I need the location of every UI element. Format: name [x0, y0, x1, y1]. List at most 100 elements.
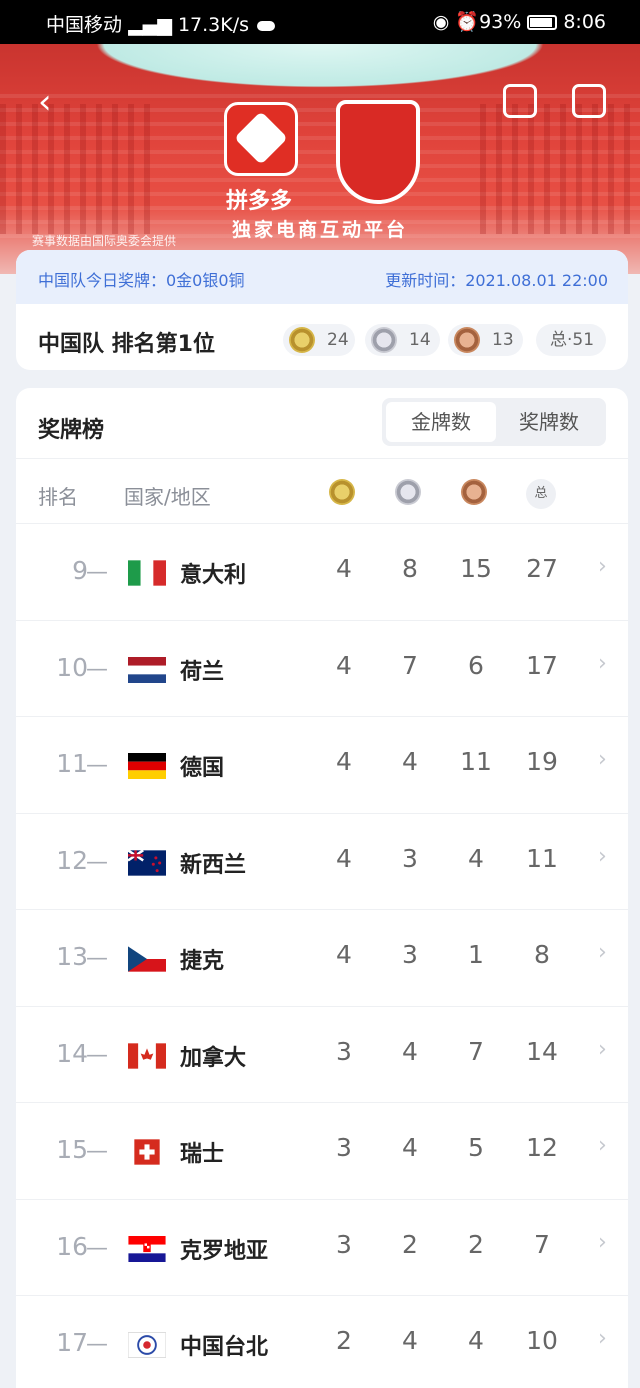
gold-value: 3 — [336, 1036, 352, 1066]
gold-value: 4 — [336, 747, 352, 776]
gold-value: 4 — [336, 940, 352, 969]
silver-value: 2 — [402, 1229, 418, 1259]
gold-value: 4 — [336, 554, 352, 583]
total-value: 27 — [526, 554, 558, 583]
table-row[interactable]: 11— 德国 4 4 11 19 › — [16, 717, 628, 814]
country-name: 加拿大 — [180, 1045, 247, 1071]
italy-flag-icon — [128, 560, 166, 586]
save-image-icon[interactable] — [503, 84, 537, 118]
header-total: 总 — [526, 479, 556, 509]
table-row[interactable]: 15— 瑞士 3 4 5 12 › — [16, 1103, 628, 1200]
silver-medal-icon — [395, 479, 421, 505]
carrier: 中国移动 — [46, 14, 123, 36]
medal-table-card: 奖牌榜 金牌数 奖牌数 排名 国家/地区 总 9— 意大利 4 8 15 27 … — [16, 388, 628, 1388]
status-bar: 中国移动 ▂▄▆ 17.3K/s ◉ ⏰93% 8:06 — [0, 0, 640, 44]
rank: 14 — [56, 1038, 88, 1068]
total-value: 8 — [534, 940, 550, 969]
table-header: 排名 国家/地区 总 — [16, 458, 628, 524]
rank: 11 — [56, 749, 88, 778]
rank: 9 — [72, 556, 88, 585]
sort-toggle: 金牌数 奖牌数 — [382, 398, 606, 446]
silver-value: 4 — [402, 1326, 418, 1355]
gold-value: 3 — [336, 1133, 352, 1162]
today-medals: 中国队今日奖牌：0金0银0铜 — [38, 271, 245, 290]
country-name: 德国 — [180, 756, 225, 781]
total-value: 19 — [526, 747, 558, 776]
netherlands-flag-icon — [128, 656, 166, 683]
country-name: 瑞士 — [180, 1142, 225, 1167]
tab-total[interactable]: 奖牌数 — [494, 402, 604, 442]
back-button[interactable]: ‹ — [38, 85, 70, 119]
chinese-taipei-flag-icon — [128, 1332, 166, 1358]
table-row[interactable]: 9— 意大利 4 8 15 27 › — [16, 524, 628, 621]
total-value: 17 — [526, 650, 558, 680]
total-value: 14 — [526, 1036, 558, 1066]
update-time: 更新时间：2021.08.01 22:00 — [385, 271, 608, 290]
eye-icon: ◉ — [432, 11, 450, 33]
rank: 10 — [56, 652, 88, 682]
bronze-value: 1 — [468, 940, 484, 969]
table-row[interactable]: 14— 加拿大 3 4 7 14 › — [16, 1007, 628, 1103]
tab-gold[interactable]: 金牌数 — [386, 402, 496, 442]
brand-name: 拼多多 — [226, 189, 293, 214]
bronze-medal-icon — [461, 479, 487, 505]
ranking-list: 9— 意大利 4 8 15 27 › 10— 荷兰 4 7 6 17 › 11—… — [16, 524, 628, 1388]
rank: 12 — [56, 845, 88, 875]
rank: 15 — [56, 1135, 88, 1164]
chevron-right-icon: › — [598, 747, 607, 772]
germany-flag-icon — [128, 753, 166, 779]
chevron-right-icon: › — [598, 1036, 607, 1062]
bronze-value: 4 — [468, 1326, 484, 1355]
silver-value: 4 — [402, 1133, 418, 1162]
table-row[interactable]: 12— 新西兰 4 3 4 11 › — [16, 814, 628, 910]
signal-icon: ▂▄▆ — [128, 14, 172, 36]
chevron-right-icon: › — [598, 1229, 607, 1255]
chevron-right-icon: › — [598, 1133, 607, 1158]
chevron-right-icon: › — [598, 843, 607, 869]
chevron-right-icon: › — [598, 940, 607, 965]
gold-value: 3 — [336, 1229, 352, 1259]
chevron-right-icon: › — [598, 554, 607, 579]
table-row[interactable]: 13— 捷克 4 3 1 8 › — [16, 910, 628, 1007]
gold-value: 2 — [336, 1326, 352, 1355]
china-summary-card: 中国队今日奖牌：0金0银0铜 更新时间：2021.08.01 22:00 中国队… — [16, 250, 628, 370]
share-icon[interactable] — [572, 84, 606, 118]
pinduoduo-logo — [224, 102, 298, 176]
silver-value: 7 — [402, 650, 418, 680]
table-row[interactable]: 16— 克罗地亚 3 2 2 7 › — [16, 1200, 628, 1296]
bronze-count: 13 — [448, 324, 523, 356]
silver-value: 3 — [402, 940, 418, 969]
switzerland-flag-icon — [134, 1139, 160, 1165]
country-name: 中国台北 — [180, 1335, 269, 1360]
net-speed: 17.3K/s — [177, 14, 250, 36]
silver-value: 8 — [402, 554, 418, 583]
gold-value: 4 — [336, 650, 352, 680]
bronze-value: 7 — [468, 1036, 484, 1066]
gold-value: 4 — [336, 843, 352, 873]
country-name: 荷兰 — [180, 659, 225, 685]
header-country: 国家/地区 — [124, 485, 211, 509]
battery-icon — [527, 15, 558, 30]
czech-flag-icon — [128, 946, 166, 972]
gold-medal-icon — [329, 479, 355, 505]
bronze-value: 2 — [468, 1229, 484, 1259]
silver-value: 3 — [402, 843, 418, 873]
canada-flag-icon — [128, 1042, 166, 1069]
data-provider: 赛事数据由国际奥委会提供 — [32, 234, 177, 248]
country-name: 意大利 — [180, 563, 247, 588]
rank: 17 — [56, 1328, 88, 1357]
bronze-value: 4 — [468, 843, 484, 873]
board-title: 奖牌榜 — [38, 418, 105, 443]
table-row[interactable]: 10— 荷兰 4 7 6 17 › — [16, 621, 628, 717]
silver-value: 4 — [402, 747, 418, 776]
header-rank: 排名 — [38, 485, 78, 509]
total-value: 11 — [526, 843, 558, 873]
china-rank: 中国队 排名第1位 — [38, 332, 215, 357]
bronze-value: 11 — [460, 747, 492, 776]
gold-count: 24 — [283, 324, 355, 356]
silver-count: 14 — [365, 324, 440, 356]
table-row[interactable]: 17— 中国台北 2 4 4 10 › — [16, 1296, 628, 1388]
rank: 16 — [56, 1231, 88, 1261]
total-value: 12 — [526, 1133, 558, 1162]
chevron-right-icon: › — [598, 650, 607, 676]
